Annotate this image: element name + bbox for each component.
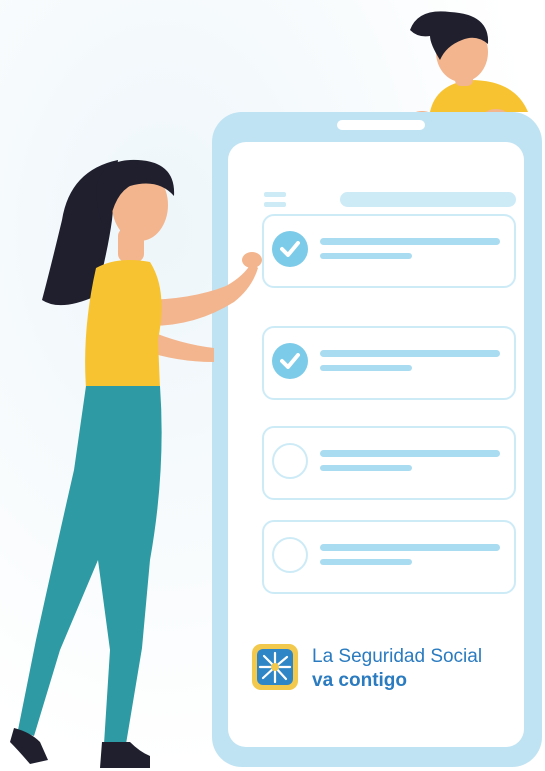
- woman-right-shoe: [100, 742, 150, 768]
- woman-illustration: [10, 159, 262, 768]
- woman-hand: [242, 252, 262, 268]
- woman-shirt: [85, 260, 162, 388]
- woman-pants: [18, 386, 162, 744]
- woman-figure: [10, 159, 262, 768]
